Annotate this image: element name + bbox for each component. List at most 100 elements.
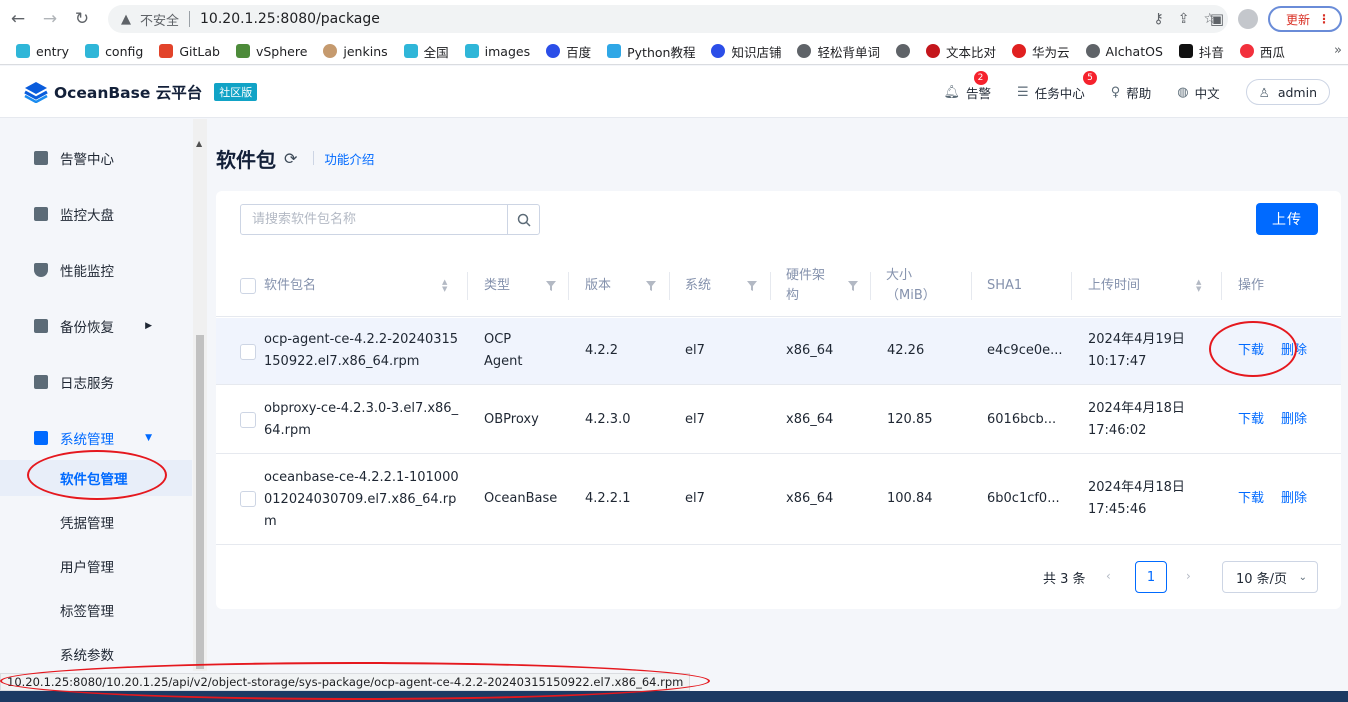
- next-page-icon[interactable]: ›: [1186, 569, 1191, 583]
- omnibox-divider: [189, 11, 191, 27]
- upload-button[interactable]: 上传: [1256, 203, 1318, 235]
- reload-icon[interactable]: ↻: [68, 5, 96, 33]
- sidebar-item-performance[interactable]: 性能监控: [0, 250, 192, 290]
- sidebar-scrollbar[interactable]: ▲: [193, 119, 207, 671]
- sort-icon[interactable]: ▲ ▼: [442, 279, 447, 293]
- bookmark[interactable]: config: [85, 44, 143, 59]
- key-icon[interactable]: ⚷: [1153, 11, 1163, 27]
- row-checkbox[interactable]: [240, 344, 256, 360]
- filter-icon[interactable]: [546, 281, 556, 291]
- delete-link[interactable]: 删除: [1281, 488, 1307, 510]
- address-bar[interactable]: ▲ 不安全 10.20.1.25:8080/package ⚷ ⇪ ☆: [108, 5, 1228, 33]
- lightbulb-icon: ♀: [1110, 84, 1121, 100]
- refresh-icon[interactable]: ⟳: [284, 149, 297, 168]
- delete-link[interactable]: 删除: [1281, 409, 1307, 431]
- prev-page-icon[interactable]: ‹: [1106, 569, 1111, 583]
- bookmark-icon: [16, 44, 30, 58]
- alerts-button[interactable]: 🔔︎ 告警 2: [944, 70, 991, 102]
- bookmark[interactable]: jenkins: [323, 44, 388, 59]
- bookmark[interactable]: images: [464, 44, 530, 59]
- package-size: 42.26: [887, 343, 925, 358]
- bookmark[interactable]: 知识店铺: [711, 42, 781, 61]
- forward-icon[interactable]: →: [36, 5, 64, 33]
- scroll-up-icon[interactable]: ▲: [196, 139, 202, 148]
- package-os: el7: [685, 491, 705, 506]
- sidebar-item-alert-center[interactable]: 告警中心: [0, 138, 192, 178]
- logo[interactable]: OceanBase 云平台 社区版: [24, 81, 258, 103]
- bookmark[interactable]: 全国: [403, 42, 449, 61]
- header-os: 系统: [685, 278, 712, 293]
- search-box: [240, 204, 540, 235]
- intro-link[interactable]: 功能介绍: [324, 149, 374, 168]
- bookmark[interactable]: vSphere: [235, 44, 307, 59]
- row-checkbox[interactable]: [240, 491, 256, 507]
- tasks-button[interactable]: ☰ 任务中心 5: [1017, 70, 1098, 102]
- annotation-circle-sidebar: [27, 450, 167, 500]
- filter-icon[interactable]: [747, 281, 757, 291]
- sidepanel-icon[interactable]: ▣: [1206, 8, 1228, 30]
- table-row: obproxy-ce-4.2.3.0-3.el7.x86_ 64.rpm OBP…: [216, 386, 1341, 454]
- page-size-select[interactable]: 10 条/页 ⌄: [1222, 561, 1318, 593]
- bookmarks-more-icon[interactable]: »: [1334, 43, 1342, 58]
- back-icon[interactable]: ←: [4, 5, 32, 33]
- update-button[interactable]: 更新 ⋮: [1267, 6, 1342, 32]
- search-icon[interactable]: [507, 205, 539, 234]
- globe-icon: [895, 44, 910, 58]
- row-checkbox[interactable]: [240, 412, 256, 428]
- profile-avatar[interactable]: [1237, 9, 1258, 29]
- chart-icon: [34, 207, 48, 221]
- package-arch: x86_64: [786, 343, 834, 358]
- url-text[interactable]: 10.20.1.25:8080/package: [200, 11, 380, 27]
- package-sha1: 6016bcb...: [987, 412, 1057, 427]
- sidebar-item-monitor-dashboard[interactable]: 监控大盘: [0, 194, 192, 234]
- bookmark[interactable]: 文本比对: [925, 42, 996, 61]
- package-version: 4.2.2.1: [585, 491, 631, 506]
- column-divider: [467, 272, 468, 300]
- chevron-down-icon: ⌄: [1298, 571, 1307, 583]
- select-all-checkbox[interactable]: [240, 278, 256, 294]
- page-title: 软件包: [216, 147, 276, 172]
- column-divider: [669, 272, 670, 300]
- list-icon: ☰: [1017, 84, 1029, 100]
- download-link[interactable]: 下载: [1238, 409, 1264, 431]
- bookmark[interactable]: 轻松背单词: [797, 42, 880, 61]
- page-number-current[interactable]: 1: [1135, 561, 1167, 593]
- header-type: 类型: [484, 278, 511, 293]
- sidebar-subitem-users[interactable]: 用户管理: [0, 548, 192, 584]
- bookmark[interactable]: 抖音: [1178, 42, 1224, 61]
- sort-icon[interactable]: ▲ ▼: [1196, 279, 1201, 293]
- bookmark[interactable]: [895, 44, 910, 58]
- sidebar-item-backup-restore[interactable]: 备份恢复 ▶: [0, 306, 192, 346]
- filter-icon[interactable]: [848, 281, 858, 291]
- bookmark-icon: [607, 44, 622, 58]
- bookmark[interactable]: 华为云: [1012, 42, 1070, 61]
- bookmark[interactable]: GitLab: [159, 44, 220, 59]
- search-input[interactable]: [241, 205, 508, 234]
- sidebar-item-log-service[interactable]: 日志服务: [0, 362, 192, 402]
- alerts-badge: 2: [973, 70, 988, 85]
- help-button[interactable]: ♀ 帮助: [1111, 83, 1152, 102]
- column-divider: [1221, 272, 1222, 300]
- huawei-icon: [1012, 44, 1026, 58]
- sidebar-subitem-tags[interactable]: 标签管理: [0, 592, 192, 628]
- bookmark[interactable]: 西瓜: [1239, 42, 1285, 61]
- user-name: admin: [1277, 84, 1317, 100]
- edition-badge: 社区版: [214, 82, 258, 101]
- app-header: OceanBase 云平台 社区版 🔔︎ 告警 2 ☰ 任务中心 5 ♀ 帮助 …: [0, 66, 1348, 118]
- table-row: oceanbase-ce-4.2.2.1-101000 012024030709…: [216, 455, 1341, 545]
- xigua-icon: [1239, 44, 1254, 58]
- bookmark[interactable]: entry: [16, 44, 69, 59]
- share-icon[interactable]: ⇪: [1178, 11, 1190, 27]
- bookmark[interactable]: AIchatOS: [1085, 44, 1163, 59]
- bookmark[interactable]: 百度: [546, 42, 591, 61]
- bookmark[interactable]: Python教程: [607, 42, 695, 61]
- download-link[interactable]: 下载: [1238, 488, 1264, 510]
- header-actions: 🔔︎ 告警 2 ☰ 任务中心 5 ♀ 帮助 ◍ 中文 ♙ admin: [944, 66, 1330, 118]
- scrollbar-thumb[interactable]: [196, 335, 204, 669]
- language-button[interactable]: ◍ 中文: [1177, 83, 1219, 102]
- header-arch: 硬件架 构: [786, 268, 826, 303]
- bookmark-icon: [403, 44, 418, 58]
- filter-icon[interactable]: [646, 281, 656, 291]
- sidebar-subitem-credentials[interactable]: 凭据管理: [0, 504, 192, 540]
- user-menu-button[interactable]: ♙ admin: [1245, 79, 1330, 105]
